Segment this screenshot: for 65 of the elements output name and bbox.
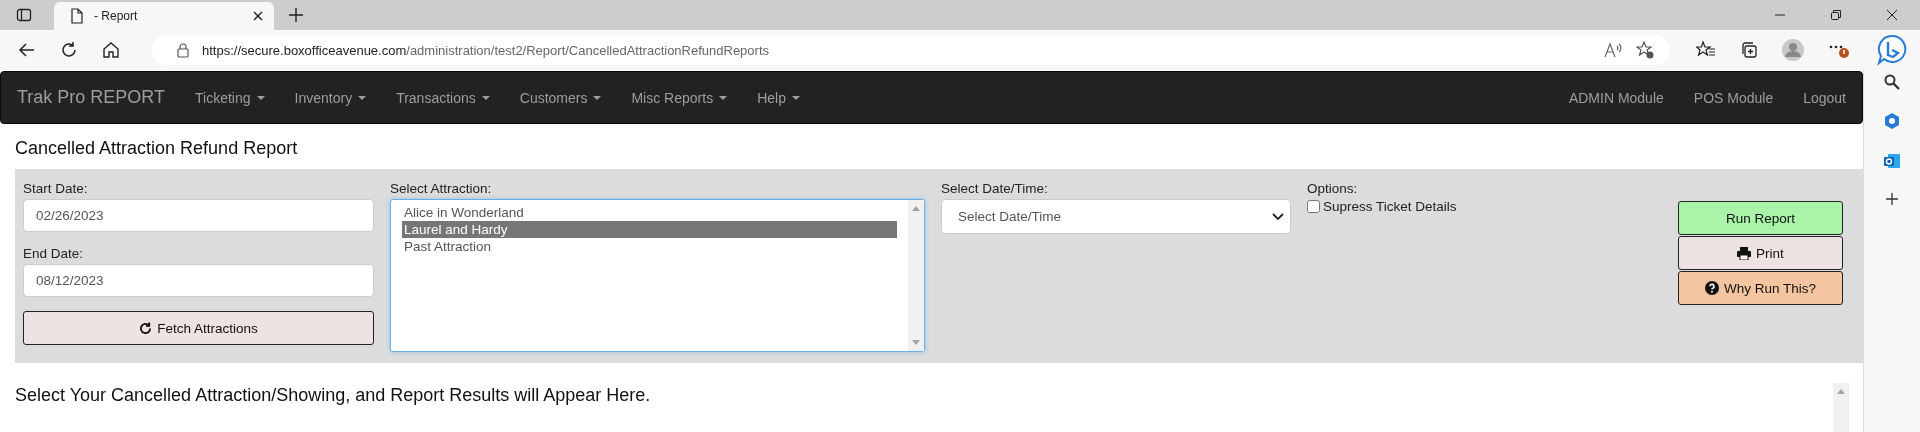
nav-link[interactable]: ADMIN Module: [1568, 89, 1664, 106]
home-icon[interactable]: [102, 41, 120, 59]
favorite-star-icon[interactable]: [1636, 41, 1654, 59]
caret-icon: [358, 95, 367, 100]
scrollbar[interactable]: [1833, 383, 1849, 432]
caret-icon: [791, 95, 800, 100]
attraction-listbox[interactable]: Alice in Wonderland Laurel and Hardy Past Attraction: [390, 199, 925, 352]
hexagon-tool-icon[interactable]: [1883, 112, 1901, 130]
menu-dropdown[interactable]: Transactions: [396, 89, 490, 106]
list-option[interactable]: Alice in Wonderland: [402, 204, 897, 221]
chat-bubble-icon[interactable]: [1876, 34, 1908, 66]
caret-icon: [593, 95, 602, 100]
question-circle-icon: [1704, 281, 1719, 295]
menu-dropdown[interactable]: Misc Reports: [631, 89, 728, 106]
favorites-icon[interactable]: [1696, 41, 1716, 59]
back-icon[interactable]: [18, 41, 36, 59]
page-title: Cancelled Attraction Refund Report: [15, 138, 299, 159]
caret-icon: [481, 95, 490, 100]
field-label: Options:: [1307, 181, 1359, 196]
page-icon: [70, 8, 84, 24]
mail-app-icon[interactable]: [1883, 152, 1901, 170]
profile-avatar-icon[interactable]: [1782, 39, 1804, 61]
action-button[interactable]: Why Run This?: [1678, 271, 1843, 305]
checkbox[interactable]: [1307, 200, 1320, 213]
collections-icon[interactable]: [1740, 41, 1758, 59]
url-text: https://secure.boxofficeavenue.com/administration/test2/Report/CancelledAttractionRefundReports: [202, 42, 770, 58]
caret-icon: [256, 95, 265, 100]
action-button[interactable]: Run Report: [1678, 201, 1843, 235]
field-label: Select Attraction:: [390, 181, 493, 196]
refresh-icon: [139, 321, 153, 335]
nav-link[interactable]: POS Module: [1693, 89, 1774, 106]
close-icon[interactable]: [1886, 9, 1898, 21]
restore-icon[interactable]: [1830, 9, 1842, 21]
caret-icon: [719, 95, 728, 100]
search-icon[interactable]: [1884, 74, 1900, 90]
fetch-button[interactable]: Fetch Attractions: [23, 311, 374, 345]
date-time-select[interactable]: Select Date/Time: [941, 199, 1291, 234]
checkbox-label[interactable]: Supress Ticket Details: [1323, 199, 1457, 214]
nav-link[interactable]: Logout: [1803, 89, 1846, 106]
chevron-down-icon: [1272, 212, 1284, 221]
lock-icon[interactable]: [176, 42, 190, 58]
close-icon[interactable]: [252, 10, 264, 22]
list-option[interactable]: Laurel and Hardy: [402, 221, 897, 238]
menu-dropdown[interactable]: Customers: [519, 89, 602, 106]
menu-dropdown[interactable]: Inventory: [294, 89, 367, 106]
scrollbar[interactable]: [908, 200, 924, 351]
new-tab-icon[interactable]: [288, 7, 304, 23]
printer-icon: [1737, 246, 1752, 260]
tab-actions-icon[interactable]: [16, 7, 32, 23]
action-button[interactable]: Print: [1678, 236, 1843, 270]
menu-dropdown[interactable]: Help: [757, 89, 800, 106]
list-option[interactable]: Past Attraction: [402, 238, 897, 255]
field-label: End Date:: [23, 246, 85, 261]
menu-dropdown[interactable]: Ticketing: [195, 89, 265, 106]
browser-tab[interactable]: - Report: [54, 2, 274, 30]
brand-link[interactable]: Trak Pro REPORT: [17, 87, 166, 108]
add-icon[interactable]: [1885, 192, 1899, 206]
results-message: Select Your Cancelled Attraction/Showing, and Report Results will Appear Here.: [15, 384, 652, 407]
date-field[interactable]: 08/12/2023: [23, 264, 374, 297]
date-field[interactable]: 02/26/2023: [23, 199, 374, 232]
read-aloud-icon[interactable]: [1604, 42, 1624, 58]
field-label: Select Date/Time:: [941, 181, 1049, 196]
address-field[interactable]: https://secure.boxofficeavenue.com/administration/test2/Report/CancelledAttractionRefundReports: [152, 35, 1670, 65]
field-label: Start Date:: [23, 181, 89, 196]
refresh-icon[interactable]: [60, 41, 78, 59]
